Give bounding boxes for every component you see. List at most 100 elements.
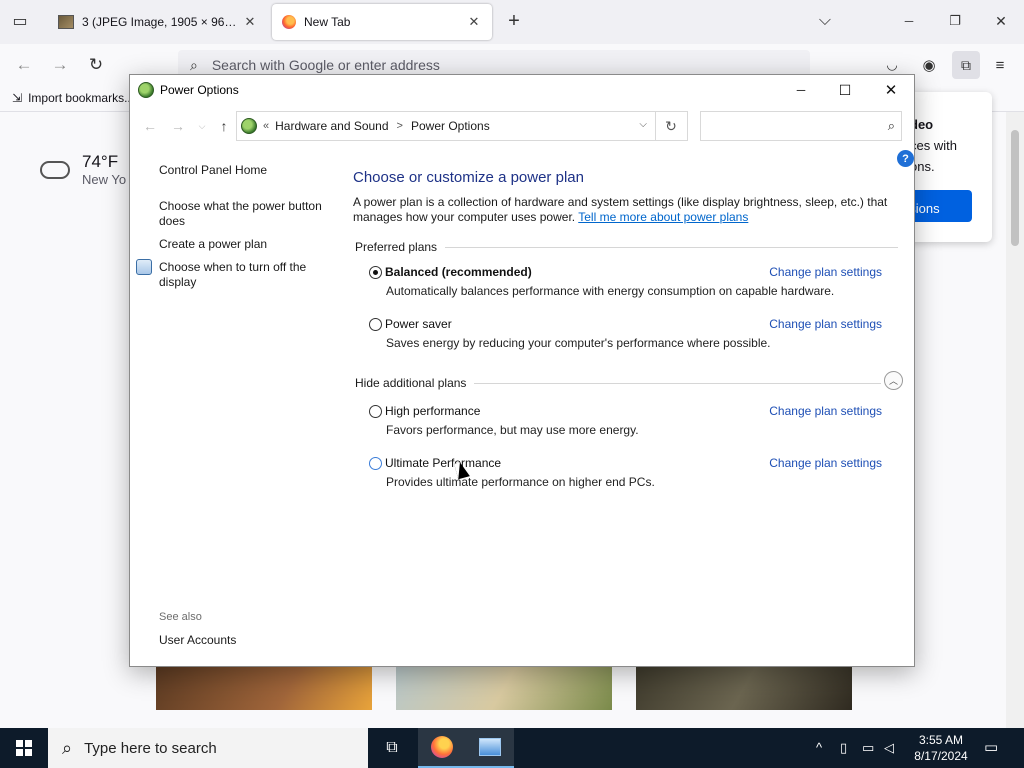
control-panel-home-link[interactable]: Control Panel Home	[159, 163, 267, 178]
see-also-heading: See also	[159, 611, 202, 623]
change-plan-balanced-link[interactable]: Change plan settings	[769, 265, 882, 279]
left-task-pane: Control Panel Home Choose what the power…	[130, 145, 340, 665]
crumb-separator[interactable]: >	[397, 120, 403, 132]
import-icon: ⇲	[12, 91, 23, 105]
additional-plans-header[interactable]: Hide additional plans	[355, 376, 881, 390]
taskbar-control-panel-button[interactable]	[466, 728, 514, 768]
back-arrow-icon[interactable]: ←	[140, 117, 160, 135]
address-breadcrumb[interactable]: « Hardware and Sound > Power Options ⌵	[236, 111, 656, 141]
learn-more-link[interactable]: Tell me more about power plans	[578, 210, 748, 224]
forward-arrow-icon[interactable]: →	[168, 117, 188, 135]
story-card-image[interactable]	[396, 666, 612, 710]
page-heading: Choose or customize a power plan	[353, 169, 584, 186]
image-thumbnail-icon	[58, 15, 74, 29]
network-icon[interactable]: ▭	[862, 740, 874, 756]
plan-desc-power-saver: Saves energy by reducing your computer's…	[386, 336, 771, 350]
clock-time: 3:55 AM	[918, 733, 964, 747]
plan-desc-balanced: Automatically balances performance with …	[386, 284, 835, 298]
weather-temperature: 74°F	[82, 152, 119, 171]
overflow-chevron[interactable]: «	[263, 120, 269, 132]
start-button[interactable]	[0, 728, 48, 768]
browser-restore-button[interactable]: ❐	[944, 10, 966, 32]
extensions-icon[interactable]: ⧉	[952, 51, 980, 79]
taskbar-clock[interactable]: 3:55 AM 8/17/2024	[896, 732, 986, 764]
recent-locations-icon[interactable]: ⌵	[192, 117, 212, 135]
address-dropdown-icon[interactable]: ⌵	[639, 119, 647, 130]
popup-text-line: deo	[910, 117, 934, 132]
display-timer-icon	[136, 259, 152, 275]
window-minimize-button[interactable]: ─	[778, 75, 824, 105]
volume-muted-icon[interactable]: ◁	[884, 740, 894, 756]
power-button-link[interactable]: Choose what the power button does	[159, 199, 334, 229]
radio-power-saver[interactable]	[369, 318, 382, 331]
control-panel-icon	[479, 738, 501, 756]
tab-jpeg-image[interactable]: 3 (JPEG Image, 1905 × 967 pixels) ✕	[48, 4, 268, 40]
create-power-plan-link[interactable]: Create a power plan	[159, 237, 267, 252]
window-maximize-button[interactable]: ☐	[822, 75, 868, 105]
search-icon: ⌕	[62, 737, 73, 758]
notifications-icon[interactable]: ▭	[984, 738, 998, 756]
taskbar-search-box[interactable]: ⌕ Type here to search	[48, 728, 368, 768]
change-plan-high-performance-link[interactable]: Change plan settings	[769, 404, 882, 418]
firefox-icon	[431, 736, 453, 758]
change-plan-power-saver-link[interactable]: Change plan settings	[769, 317, 882, 331]
forward-button[interactable]: →	[48, 54, 72, 76]
power-options-window: Power Options ─ ☐ ✕ ← → ⌵ ↑ « Hardware a…	[129, 74, 915, 667]
address-bar-row: ← → ⌵ ↑ « Hardware and Sound > Power Opt…	[130, 105, 914, 145]
reload-button[interactable]: ↻	[84, 54, 108, 76]
tabs-list-icon[interactable]: ▭	[9, 10, 31, 32]
plan-name-power-saver[interactable]: Power saver	[385, 317, 452, 331]
refresh-button[interactable]: ↻	[655, 111, 688, 141]
account-icon[interactable]: ◉	[917, 54, 941, 76]
close-tab-icon[interactable]: ✕	[242, 14, 258, 30]
group-title: Preferred plans	[355, 240, 438, 254]
tray-overflow-icon[interactable]: ^	[816, 740, 822, 755]
firefox-icon	[282, 15, 296, 29]
battery-icon[interactable]: ▯	[840, 740, 847, 756]
collapse-chevron-icon[interactable]: ︿	[884, 371, 903, 390]
tab-new-tab[interactable]: New Tab ✕	[272, 4, 492, 40]
browser-tabstrip: ▭ 3 (JPEG Image, 1905 × 967 pixels) ✕ Ne…	[0, 0, 1024, 44]
page-scrollbar[interactable]	[1006, 112, 1024, 728]
task-view-icon[interactable]: ⧉	[368, 728, 416, 768]
up-arrow-icon[interactable]: ↑	[214, 117, 234, 135]
turn-off-display-link[interactable]: Choose when to turn off the display	[159, 260, 329, 290]
taskbar-firefox-button[interactable]	[418, 728, 466, 768]
weather-widget[interactable]: 74°F New Yo	[40, 152, 126, 187]
story-card-image[interactable]	[636, 666, 852, 710]
radio-balanced[interactable]	[369, 266, 382, 279]
weather-city: New Yo	[82, 172, 127, 187]
control-panel-search-input[interactable]: ⌕	[700, 111, 902, 141]
cloud-icon	[40, 160, 70, 179]
taskbar-search-placeholder: Type here to search	[84, 739, 217, 757]
radio-high-performance[interactable]	[369, 405, 382, 418]
browser-minimize-button[interactable]: ─	[898, 10, 920, 32]
page-description: A power plan is a collection of hardware…	[353, 195, 893, 225]
list-all-tabs-icon[interactable]: ⌵	[814, 10, 836, 32]
plan-name-ultimate-performance[interactable]: Ultimate Performance	[385, 456, 501, 470]
search-icon: ⌕	[190, 56, 198, 73]
pocket-icon[interactable]: ◡	[880, 54, 904, 76]
help-icon[interactable]: ?	[897, 150, 914, 167]
radio-ultimate-performance[interactable]	[369, 457, 382, 470]
window-close-button[interactable]: ✕	[868, 75, 914, 105]
import-bookmarks-label: Import bookmarks...	[28, 91, 135, 105]
change-plan-ultimate-performance-link[interactable]: Change plan settings	[769, 456, 882, 470]
browser-close-button[interactable]: ✕	[990, 10, 1012, 32]
close-tab-icon[interactable]: ✕	[466, 14, 482, 30]
crumb-hardware-and-sound[interactable]: Hardware and Sound	[275, 119, 388, 133]
menu-icon[interactable]: ≡	[988, 54, 1012, 76]
plan-name-high-performance[interactable]: High performance	[385, 404, 480, 418]
divider	[474, 382, 881, 384]
user-accounts-link[interactable]: User Accounts	[159, 633, 236, 648]
clock-date: 8/17/2024	[914, 749, 968, 763]
scrollbar-thumb[interactable]	[1011, 130, 1019, 246]
group-title: Hide additional plans	[355, 376, 467, 390]
tab-title: New Tab	[304, 15, 351, 29]
back-button[interactable]: ←	[12, 54, 36, 76]
crumb-power-options[interactable]: Power Options	[411, 119, 490, 133]
story-card-image[interactable]	[156, 666, 372, 710]
plan-name-balanced[interactable]: Balanced (recommended)	[385, 265, 532, 279]
new-tab-button[interactable]: +	[503, 10, 525, 32]
import-bookmarks-link[interactable]: ⇲ Import bookmarks...	[12, 91, 134, 105]
